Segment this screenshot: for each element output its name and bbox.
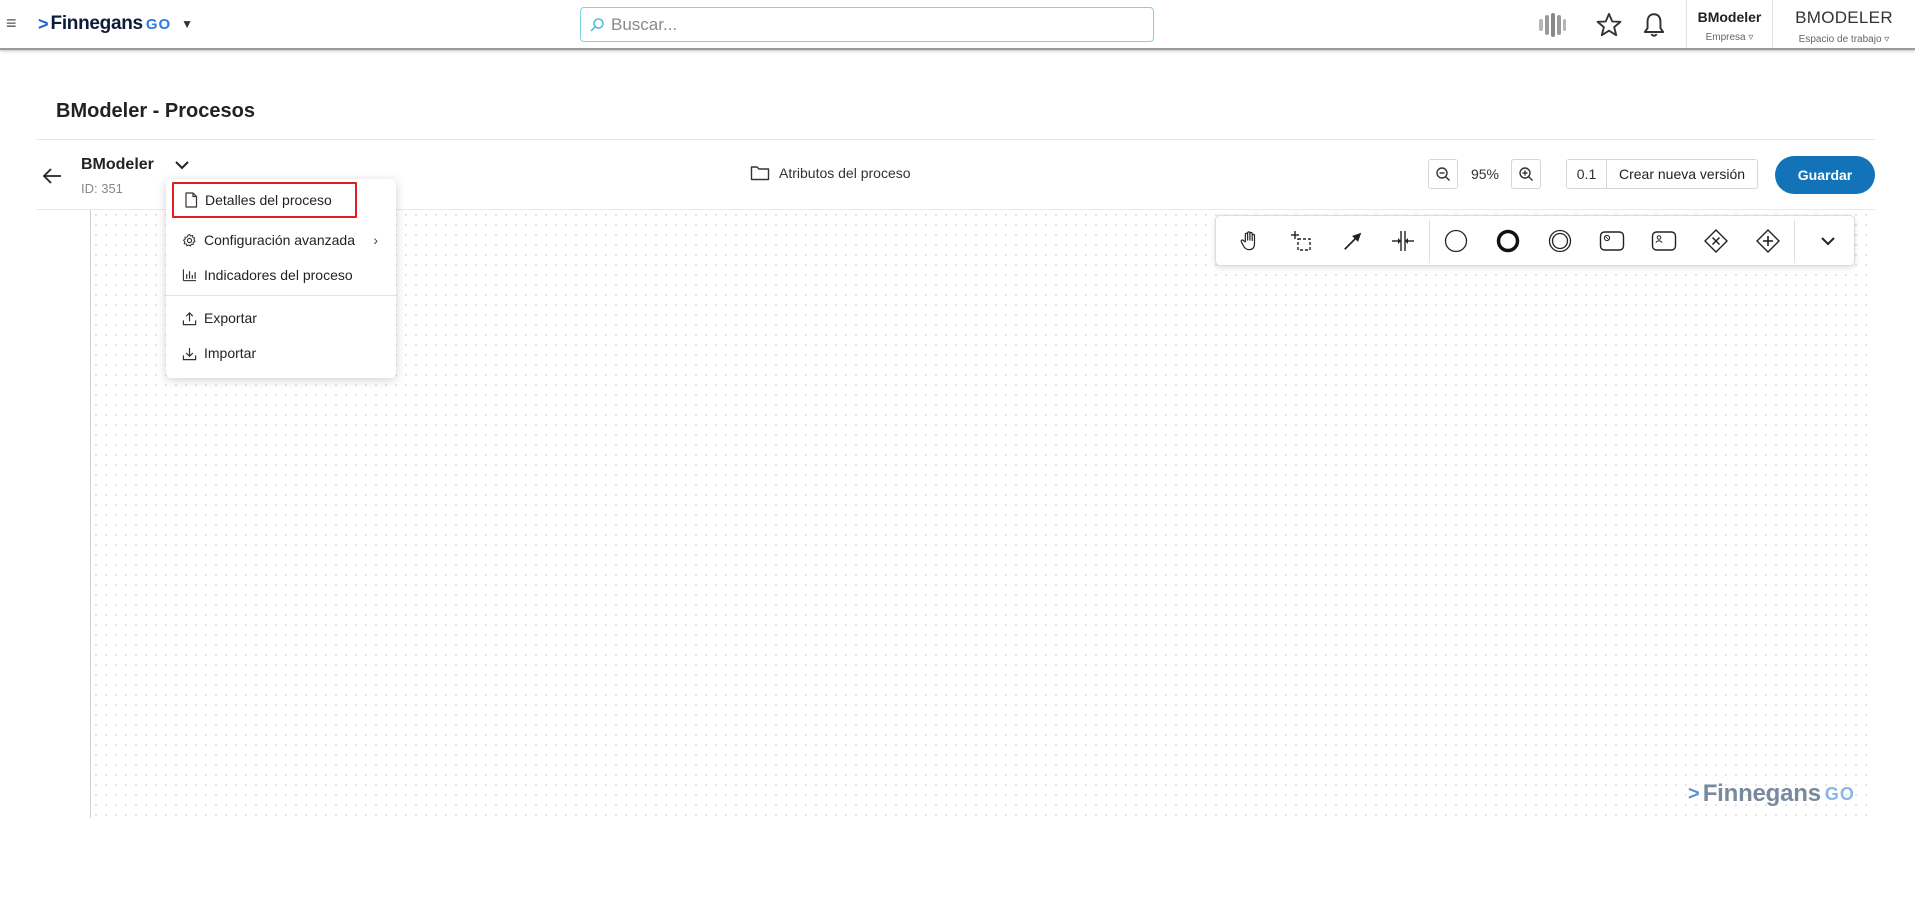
company-label: Empresa ▿ <box>1705 32 1754 43</box>
exclusive-gateway-icon[interactable] <box>1699 224 1733 258</box>
zoom-in-button[interactable] <box>1511 159 1541 189</box>
intermediate-event-icon[interactable] <box>1543 224 1577 258</box>
create-new-version-button[interactable]: Crear nueva versión <box>1607 160 1757 188</box>
menu-item-export[interactable]: Exportar <box>166 302 396 334</box>
company-name: BModeler <box>1697 9 1762 25</box>
process-attributes-label: Atributos del proceso <box>779 165 911 181</box>
back-arrow-icon[interactable] <box>40 164 64 188</box>
menu-item-label: Importar <box>204 345 257 361</box>
menu-item-process-indicators[interactable]: Indicadores del proceso <box>166 259 396 291</box>
hand-tool-icon[interactable] <box>1232 224 1266 258</box>
save-button[interactable]: Guardar <box>1775 156 1875 194</box>
caret-down-icon[interactable]: ▼ <box>181 17 193 31</box>
menu-item-label: Indicadores del proceso <box>204 267 353 283</box>
download-icon <box>182 347 197 360</box>
space-tool-icon[interactable] <box>1386 224 1420 258</box>
search-icon <box>590 17 604 32</box>
version-number: 0.1 <box>1567 160 1607 188</box>
workspace-label: Espacio de trabajo ▿ <box>1798 34 1890 45</box>
user-task-icon[interactable] <box>1647 224 1681 258</box>
workspace-name: BMODELER <box>1795 8 1893 27</box>
menu-item-import[interactable]: Importar <box>166 337 396 369</box>
bell-icon[interactable] <box>1637 8 1671 42</box>
upload-icon <box>182 311 197 325</box>
page-title: BModeler - Procesos <box>56 100 255 122</box>
top-bar: ≡ > Finnegans GO ▼ BModeler Empresa ▿ BM… <box>0 0 1915 50</box>
star-icon[interactable] <box>1592 8 1626 42</box>
zoom-in-icon <box>1519 167 1533 181</box>
more-chevron-icon[interactable] <box>1811 224 1845 258</box>
menu-item-label: Detalles del proceso <box>205 192 332 208</box>
workspace-selector[interactable]: BMODELER Espacio de trabajo ▿ <box>1772 0 1915 48</box>
bar-chart-icon <box>182 269 197 282</box>
menu-item-label: Exportar <box>204 310 257 326</box>
menu-item-advanced-config[interactable]: Configuración avanzada › <box>166 224 396 256</box>
lasso-tool-icon[interactable] <box>1284 224 1318 258</box>
company-selector[interactable]: BModeler Empresa ▿ <box>1686 0 1772 48</box>
version-group: 0.1 Crear nueva versión <box>1566 159 1759 189</box>
connect-tool-icon[interactable] <box>1336 224 1370 258</box>
chevron-right-icon: › <box>373 232 378 248</box>
ai-assistant-icon[interactable] <box>1535 8 1569 42</box>
search-box[interactable] <box>580 7 1154 42</box>
watermark-text: Finnegans <box>1702 780 1821 807</box>
document-icon <box>185 192 198 208</box>
watermark-suffix: GO <box>1824 783 1855 804</box>
menu-separator <box>166 295 396 296</box>
toolbar-separator <box>1794 220 1795 263</box>
search-input[interactable] <box>611 14 1131 35</box>
start-event-icon[interactable] <box>1439 224 1473 258</box>
zoom-out-icon <box>1436 167 1450 181</box>
gear-icon <box>182 233 196 247</box>
modeling-toolbar <box>1215 215 1855 266</box>
process-attributes-button[interactable]: Atributos del proceso <box>750 164 911 182</box>
hamburger-menu-icon[interactable]: ≡ <box>6 14 17 32</box>
chevron-down-icon[interactable] <box>172 155 192 175</box>
menu-item-process-details[interactable]: Detalles del proceso <box>172 182 357 218</box>
process-options-menu: Detalles del proceso Configuración avanz… <box>166 179 396 378</box>
logo-text: Finnegans <box>50 13 144 34</box>
title-divider <box>36 139 1875 140</box>
zoom-level: 95% <box>1470 166 1500 182</box>
parallel-gateway-icon[interactable] <box>1751 224 1785 258</box>
task-icon[interactable] <box>1595 224 1629 258</box>
watermark-chevron-icon: > <box>1688 782 1700 805</box>
process-name: BModeler <box>81 156 154 173</box>
finnegans-watermark: > Finnegans GO <box>1688 780 1855 808</box>
end-event-icon[interactable] <box>1491 224 1525 258</box>
app-logo[interactable]: > Finnegans GO ▼ <box>38 12 193 36</box>
logo-suffix: GO <box>145 15 172 33</box>
toolbar-separator <box>1429 220 1430 263</box>
logo-chevron-icon: > <box>38 13 49 34</box>
zoom-out-button[interactable] <box>1428 159 1458 189</box>
folder-icon <box>750 166 770 181</box>
menu-item-label: Configuración avanzada <box>204 232 355 248</box>
process-id: ID: 351 <box>81 181 123 196</box>
